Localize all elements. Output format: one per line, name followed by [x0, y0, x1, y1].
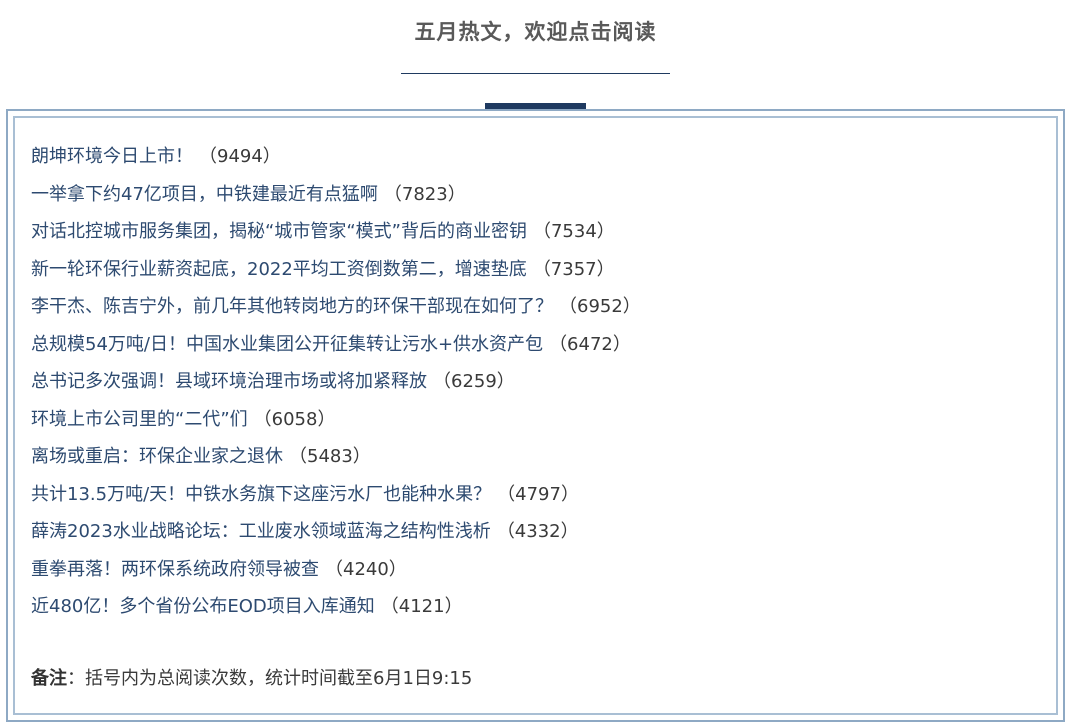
list-item[interactable]: 一举拿下约47亿项目，中铁建最近有点猛啊 （7823）	[31, 176, 641, 214]
list-item[interactable]: 新一轮环保行业薪资起底，2022平均工资倒数第二，增速垫底 （7357）	[31, 251, 641, 289]
read-count: （4797）	[497, 483, 579, 505]
article-link[interactable]: 近480亿！多个省份公布EOD项目入库通知	[31, 596, 375, 617]
page-title: 五月热文，欢迎点击阅读	[414, 20, 657, 44]
list-item[interactable]: 朗坤环境今日上市！ （9494）	[31, 138, 641, 176]
list-item[interactable]: 总书记多次强调！县域环境治理市场或将加紧释放 （6259）	[31, 363, 641, 401]
read-count: （7534）	[532, 221, 615, 242]
list-item[interactable]: 总规模54万吨/日！中国水业集团公开征集转让污水+供水资产包 （6472）	[31, 326, 641, 364]
read-count: （4240）	[325, 558, 407, 580]
article-link[interactable]: 对话北控城市服务集团，揭秘“城市管家“模式”背后的商业密钥	[31, 221, 527, 242]
list-item[interactable]: 薛涛2023水业战略论坛：工业废水领域蓝海之结构性浅析 （4332）	[31, 513, 641, 551]
article-link[interactable]: 重拳再落！两环保系统政府领导被查	[31, 559, 319, 580]
footnote: 备注：括号内为总阅读次数，统计时间截至6月1日9:15	[31, 662, 472, 696]
hot-article-list: 朗坤环境今日上市！ （9494） 一举拿下约47亿项目，中铁建最近有点猛啊 （782…	[31, 138, 641, 626]
title-underline	[401, 73, 670, 74]
article-link[interactable]: 离场或重启：环保企业家之退休	[31, 446, 283, 467]
read-count: （6259）	[433, 371, 515, 392]
read-count: （6058）	[253, 408, 336, 430]
article-link[interactable]: 总书记多次强调！县域环境治理市场或将加紧释放	[31, 371, 427, 392]
list-item[interactable]: 离场或重启：环保企业家之退休 （5483）	[31, 438, 641, 476]
read-count: （7823）	[383, 183, 466, 205]
list-item[interactable]: 共计13.5万吨/天！中铁水务旗下这座污水厂也能种水果？ （4797）	[31, 476, 641, 514]
article-link[interactable]: 一举拿下约47亿项目，中铁建最近有点猛啊	[31, 184, 378, 205]
read-count: （6472）	[549, 333, 631, 355]
read-count: （6952）	[559, 296, 641, 317]
article-link[interactable]: 新一轮环保行业薪资起底，2022平均工资倒数第二，增速垫底	[31, 259, 527, 280]
article-link[interactable]: 李干杰、陈吉宁外，前几年其他转岗地方的环保干部现在如何了？	[31, 296, 553, 317]
read-count: （9494）	[199, 146, 281, 167]
list-item[interactable]: 对话北控城市服务集团，揭秘“城市管家“模式”背后的商业密钥 （7534）	[31, 213, 641, 251]
read-count: （7357）	[532, 258, 615, 280]
list-item[interactable]: 李干杰、陈吉宁外，前几年其他转岗地方的环保干部现在如何了？ （6952）	[31, 288, 641, 326]
read-count: （5483）	[289, 446, 371, 467]
read-count: （4121）	[380, 596, 463, 617]
footnote-text: ：括号内为总阅读次数，统计时间截至6月1日9:15	[67, 668, 473, 689]
article-link[interactable]: 薛涛2023水业战略论坛：工业废水领域蓝海之结构性浅析	[31, 521, 491, 542]
read-count: （4332）	[496, 521, 579, 542]
footnote-label: 备注	[31, 668, 67, 689]
article-link[interactable]: 环境上市公司里的“二代”们	[31, 409, 248, 430]
article-link[interactable]: 总规模54万吨/日！中国水业集团公开征集转让污水+供水资产包	[31, 334, 543, 355]
article-link[interactable]: 共计13.5万吨/天！中铁水务旗下这座污水厂也能种水果？	[31, 484, 491, 505]
list-item[interactable]: 环境上市公司里的“二代”们 （6058）	[31, 401, 641, 439]
list-item[interactable]: 近480亿！多个省份公布EOD项目入库通知 （4121）	[31, 588, 641, 626]
list-item[interactable]: 重拳再落！两环保系统政府领导被查 （4240）	[31, 551, 641, 589]
article-link[interactable]: 朗坤环境今日上市！	[31, 146, 193, 167]
